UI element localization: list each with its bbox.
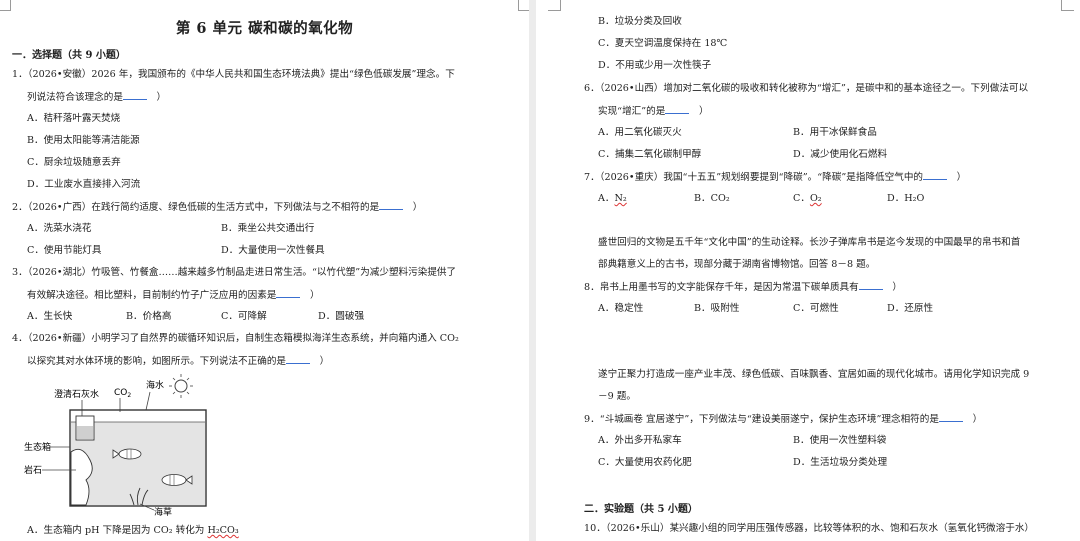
option-b: B．CO₂ (694, 193, 730, 204)
passage-1-line-2: 部典籍意义上的古书，现部分藏于湖南省博物馆。回答 8－8 题。 (598, 259, 876, 270)
option-b: B．使用一次性塑料袋 (793, 435, 887, 446)
figure-label-seaweed: 海草 (154, 506, 172, 518)
question-4-line-2: 以探究其对水体环境的影响，如图所示。下列说法不正确的是 ） (27, 354, 330, 367)
option-c: C．可燃性 (793, 303, 839, 314)
option-d: D．减少使用化石燃料 (793, 149, 888, 160)
option-a: A．生长快 (27, 311, 73, 322)
question-4-option-a: A．生态箱内 pH 下降是因为 CO₂ 转化为 H₂CO₃ (27, 525, 239, 536)
figure-label-rock: 岩石 (24, 464, 42, 476)
question-3-line-1: 3．（2026•湖北）竹吸管、竹餐盒……越来越多竹制品走进日常生活。“以竹代塑”… (12, 267, 457, 278)
page-title: 第 6 单元 碳和碳的氧化物 (175, 20, 354, 37)
page-corner-mark (1061, 0, 1074, 11)
page-corner-mark (518, 0, 529, 11)
option-d: D．工业废水直接排入河流 (27, 179, 141, 190)
answer-blank[interactable] (665, 104, 690, 114)
section-heading: 二．实验题（共 5 小题） (584, 504, 698, 515)
option-c: C．使用节能灯具 (27, 245, 102, 256)
option-b: B．吸附性 (694, 303, 740, 314)
option-b: B．用干冰保鲜食品 (793, 127, 877, 138)
document-page-right: B．垃圾分类及回收 C．夏天空调温度保持在 18℃ D．不用或少用一次性筷子 6… (536, 0, 1080, 541)
question-1-line-2: 列说法符合该理念的是 ） (27, 90, 167, 103)
sun-icon (169, 374, 193, 398)
option-b: B．价格高 (126, 311, 172, 322)
passage-1-line-1: 盛世回归的文物是五千年“文化中国”的生动诠释。长沙子弹库帛书是迄今发现的中国最早… (598, 237, 1021, 248)
option-a: A．洗菜水浇花 (27, 223, 92, 234)
answer-blank[interactable] (923, 170, 948, 180)
option-a: A．用二氧化碳灭火 (598, 127, 682, 138)
option-d: D．大量使用一次性餐具 (221, 245, 325, 256)
option-d: D．H₂O (887, 193, 925, 204)
option-a: A．稳定性 (598, 303, 644, 314)
option-b: B．乘坐公共交通出行 (221, 223, 315, 234)
option-c: C．夏天空调温度保持在 18℃ (598, 38, 728, 49)
option-d: D．还原性 (887, 303, 934, 314)
option-a: A．外出多开私家车 (598, 435, 682, 446)
answer-blank[interactable] (286, 354, 311, 364)
figure-label-co2: CO2 (114, 388, 131, 399)
option-c: C．捕集二氧化碳制甲醇 (598, 149, 702, 160)
eco-box-figure: 澄清石灰水 CO2 海水 海草 生态箱 岩石 (24, 374, 207, 518)
option-c: C．O₂ (793, 193, 822, 204)
figure-label-eco-box: 生态箱 (24, 441, 51, 453)
option-b: B．垃圾分类及回收 (598, 16, 682, 27)
option-a: A．N₂ (598, 193, 627, 204)
question-6-line-2: 实现“增汇”的是 ） (598, 104, 709, 117)
answer-blank[interactable] (858, 280, 883, 290)
question-3-line-2: 有效解决途径。相比塑料，目前制约竹子广泛应用的因素是 ） (27, 288, 320, 301)
option-d: D．圆破强 (318, 311, 365, 322)
question-10-line-1: 10．（2026•乐山）某兴趣小组的同学用压强传感器，比较等体积的水、饱和石灰水… (584, 523, 1035, 534)
option-a: A．秸秆落叶露天焚烧 (27, 113, 121, 124)
question-2-line-1: 2．（2026•广西）在践行简约适度、绿色低碳的生活方式中，下列做法与之不相符的… (12, 200, 423, 213)
question-6-line-1: 6．（2026•山西）增加对二氧化碳的吸收和转化被称为“增汇”，是碳中和的基本途… (584, 83, 1029, 94)
option-d: D．生活垃圾分类处理 (793, 457, 888, 468)
passage-2-line-2: －9 题。 (598, 391, 636, 402)
question-8-line-1: 8．帛书上用墨书写的文字能保存千年，是因为常温下碳单质具有 ） (584, 280, 902, 293)
answer-blank[interactable] (276, 288, 301, 298)
page-corner-mark (548, 0, 561, 11)
section-heading: 一．选择题（共 9 小题） (12, 50, 126, 61)
question-7-line-1: 7．（2026•重庆）我国“十五五”规划纲要提到“降碳”。“降碳”是指降低空气中… (584, 170, 967, 183)
passage-2-line-1: 遂宁正聚力打造成一座产业丰茂、绿色低碳、百味飘香、宜居如画的现代化城市。请用化学… (598, 369, 1030, 380)
document-page-left: 第 6 单元 碳和碳的氧化物 一．选择题（共 9 小题） 1．（2026•安徽）… (0, 0, 529, 541)
option-b: B．使用太阳能等清洁能源 (27, 135, 140, 146)
page-corner-mark (0, 0, 11, 11)
option-c: C．厨余垃圾随意丢弃 (27, 157, 121, 168)
question-1-line-1: 1．（2026•安徽）2026 年，我国颁布的《中华人民共和国生态环境法典》提出… (12, 69, 455, 80)
option-c: C．可降解 (221, 311, 267, 322)
answer-blank[interactable] (122, 90, 147, 100)
question-9-line-1: 9．“斗城画卷 宜居遂宁”，下列做法与“建设美丽遂宁，保护生态环境”理念相符的是… (584, 412, 983, 425)
question-4-line-1: 4．（2026•新疆）小明学习了自然界的碳循环知识后，自制生态箱模拟海洋生态系统… (12, 333, 459, 344)
figure-label-limewater: 澄清石灰水 (54, 388, 99, 400)
option-c: C．大量使用农药化肥 (598, 457, 692, 468)
answer-blank[interactable] (938, 412, 963, 422)
answer-blank[interactable] (379, 200, 404, 210)
figure-label-seawater: 海水 (146, 379, 164, 391)
option-d: D．不用或少用一次性筷子 (598, 60, 712, 71)
